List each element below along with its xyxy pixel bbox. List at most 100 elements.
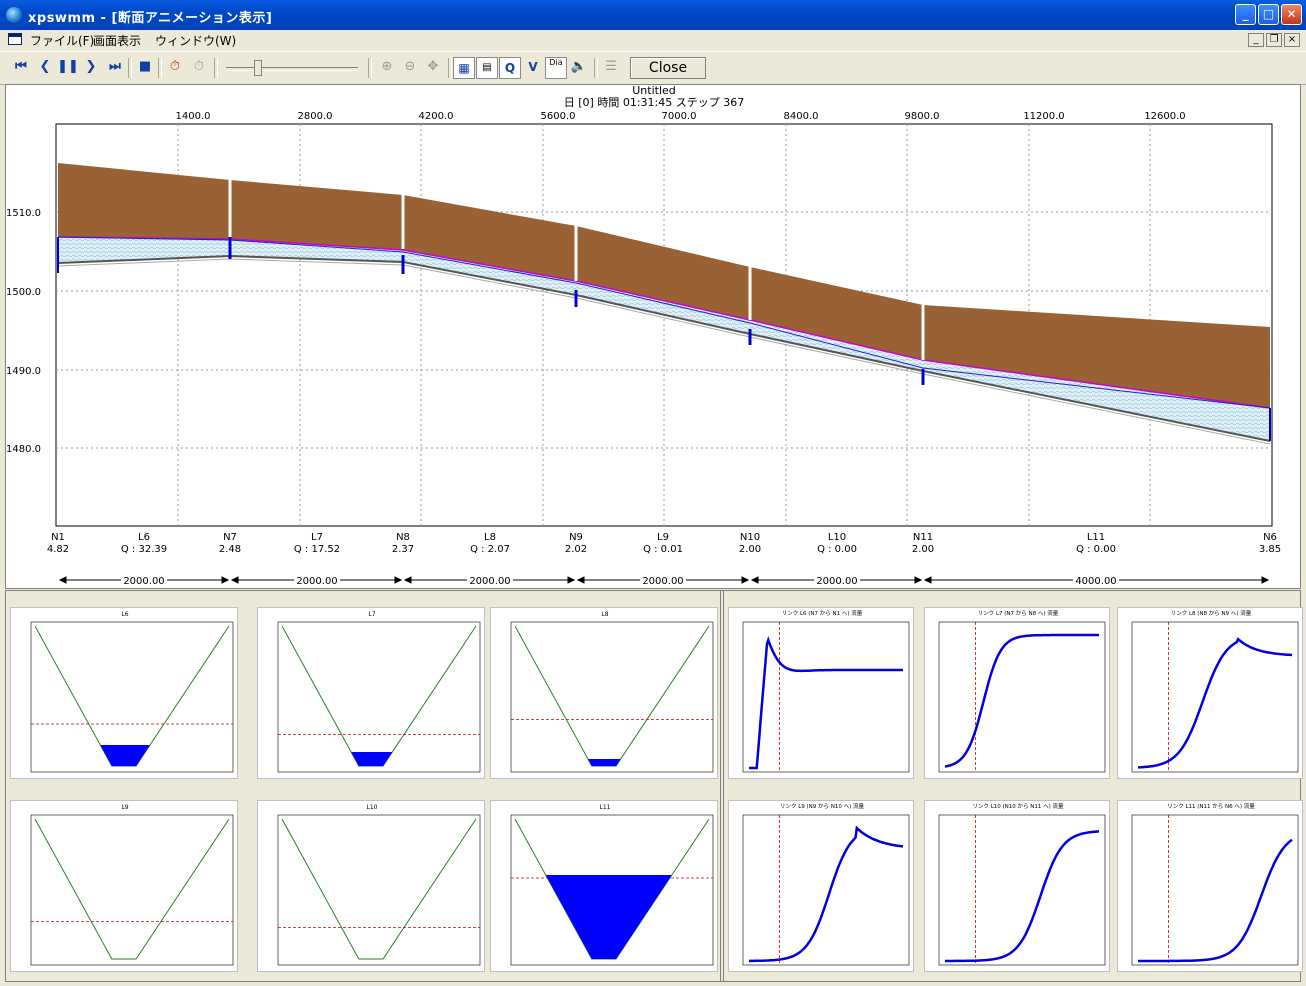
- timer-icon[interactable]: ⏱: [164, 57, 186, 79]
- flow-curve: [749, 825, 904, 963]
- cross-section-panel: L8: [490, 607, 718, 779]
- next-icon[interactable]: ❯: [80, 57, 102, 79]
- node-name: N8: [396, 532, 410, 543]
- cross-section-title: L6: [121, 611, 128, 618]
- globe-icon: [6, 7, 22, 23]
- flow-area: [100, 745, 150, 766]
- cross-section-panel: L10: [257, 800, 485, 972]
- x-tick: 11200.0: [1023, 111, 1064, 122]
- timer-reset-icon[interactable]: ⏱: [188, 57, 210, 79]
- hydrograph-title: リンク L6 (N7 から N1 へ) 流量: [782, 609, 863, 617]
- first-icon[interactable]: ⏮: [10, 57, 32, 79]
- hydrograph-title: リンク L9 (N9 から N10 へ) 流量: [780, 802, 865, 810]
- minimize-button[interactable]: _: [1235, 4, 1256, 25]
- hydrograph-panel: リンク L6 (N7 から N1 へ) 流量: [728, 607, 914, 779]
- cross-section-title: L8: [601, 611, 608, 618]
- mdi-restore-button[interactable]: ❐: [1266, 33, 1282, 47]
- slider-thumb[interactable]: [254, 60, 262, 76]
- link-name: L10: [828, 532, 846, 543]
- x-tick: 9800.0: [905, 111, 940, 122]
- node-value: 2.00: [739, 544, 761, 555]
- flow-curve: [945, 830, 1100, 963]
- hydrograph-title: リンク L7 (N7 から N8 へ) 流量: [978, 609, 1059, 617]
- menu-view[interactable]: 画面表示: [93, 32, 141, 49]
- x-tick: 8400.0: [784, 111, 819, 122]
- x-tick: 4200.0: [419, 111, 454, 122]
- cross-section-panel: L9: [10, 800, 238, 972]
- flow-curve: [1138, 838, 1293, 963]
- profile-chart: Untitled 日 [0] 時間 01:31:45 ステップ 367 1400…: [6, 84, 1281, 587]
- link-flow: Q : 0.01: [643, 544, 683, 555]
- node-name: N7: [223, 532, 237, 543]
- x-tick: 12600.0: [1144, 111, 1185, 122]
- v-icon[interactable]: V: [522, 57, 544, 79]
- y-tick: 1500.0: [6, 287, 41, 298]
- node-name: N9: [569, 532, 583, 543]
- profile-status: 日 [0] 時間 01:31:45 ステップ 367: [564, 96, 744, 109]
- q-icon[interactable]: Q: [499, 57, 521, 79]
- link-name: L6: [138, 532, 150, 543]
- mdi-close-button[interactable]: ×: [1284, 33, 1300, 47]
- profile-view: Untitled 日 [0] 時間 01:31:45 ステップ 367 1400…: [5, 84, 1301, 589]
- link-name: L8: [484, 532, 496, 543]
- length-label: 2000.00: [296, 576, 337, 587]
- y-tick: 1480.0: [6, 444, 41, 455]
- link-name: L9: [657, 532, 669, 543]
- maximize-button[interactable]: □: [1258, 4, 1279, 25]
- cross-section-title: L7: [368, 611, 375, 618]
- cross-section-panel: L6: [10, 607, 238, 779]
- flow-area: [587, 759, 621, 766]
- node-value: 4.82: [47, 544, 69, 555]
- grid-icon[interactable]: ▦: [453, 57, 475, 79]
- hydrograph-title: リンク L11 (N11 から N6 へ) 流量: [1167, 802, 1255, 810]
- pan-icon[interactable]: ✥: [422, 57, 444, 79]
- hydrograph-panel: リンク L11 (N11 から N6 へ) 流量: [1117, 800, 1303, 972]
- hydrograph-title: リンク L10 (N10 から N11 へ) 流量: [972, 802, 1064, 810]
- hydrograph-panel: リンク L10 (N10 から N11 へ) 流量: [924, 800, 1110, 972]
- x-axis-ticks: 1400.0 2800.0 4200.0 5600.0 7000.0 8400.…: [176, 111, 1186, 122]
- hatch-icon[interactable]: ▤: [476, 57, 498, 79]
- node-value: 2.37: [392, 544, 414, 555]
- channel-outline: [281, 818, 477, 960]
- menu-file[interactable]: ファイル(F): [30, 32, 94, 49]
- length-label: 2000.00: [816, 576, 857, 587]
- time-slider[interactable]: [222, 60, 362, 76]
- x-tick: 1400.0: [176, 111, 211, 122]
- document-icon[interactable]: [8, 33, 22, 45]
- mdi-minimize-button[interactable]: _: [1248, 33, 1264, 47]
- close-button[interactable]: Close: [630, 57, 706, 79]
- window-title: xpswmm - [断面アニメーション表示]: [28, 11, 273, 26]
- node-value: 2.00: [912, 544, 934, 555]
- menu-window[interactable]: ウィンドウ(W): [155, 32, 236, 49]
- zoom-in-icon[interactable]: ⊕: [376, 57, 398, 79]
- zoom-out-icon[interactable]: ⊖: [399, 57, 421, 79]
- y-tick: 1490.0: [6, 366, 41, 377]
- node-name: N1: [51, 532, 65, 543]
- close-window-button[interactable]: ✕: [1281, 4, 1302, 25]
- menu-bar: ファイル(F) 画面表示 ウィンドウ(W) _ ❐ ×: [0, 30, 1306, 50]
- channel-outline: [514, 625, 710, 767]
- flow-curve: [1138, 637, 1293, 769]
- cross-section-panel: L7: [257, 607, 485, 779]
- sound-icon[interactable]: 🔈: [568, 57, 590, 79]
- channel-outline: [34, 818, 230, 960]
- dia-icon[interactable]: Dia: [545, 57, 567, 79]
- cross-section-title: L10: [367, 804, 378, 811]
- last-icon[interactable]: ⏭: [104, 57, 126, 79]
- node-value: 2.48: [219, 544, 241, 555]
- link-name: L11: [1087, 532, 1105, 543]
- pause-icon[interactable]: ❚❚: [57, 57, 79, 79]
- link-flow: Q : 0.00: [1076, 544, 1116, 555]
- x-tick: 2800.0: [298, 111, 333, 122]
- prev-icon[interactable]: ❮: [34, 57, 56, 79]
- title-bar: xpswmm - [断面アニメーション表示] _ □ ✕: [0, 0, 1306, 30]
- length-label: 2000.00: [642, 576, 683, 587]
- stop-icon[interactable]: ■: [134, 57, 156, 79]
- toolbar: ⏮ ❮ ❚❚ ❯ ⏭ ■ ⏱ ⏱ ⊕ ⊖ ✥ ▦ ▤ Q V Dia 🔈 ☰ C…: [0, 51, 1306, 85]
- link-flow: Q : 2.07: [470, 544, 510, 555]
- list-icon[interactable]: ☰: [600, 57, 622, 79]
- hydrograph-panel: リンク L8 (N8 から N9 へ) 流量: [1117, 607, 1303, 779]
- length-label: 2000.00: [469, 576, 510, 587]
- hydrograph-panel: リンク L9 (N9 から N10 へ) 流量: [728, 800, 914, 972]
- hydrograph-title: リンク L8 (N8 から N9 へ) 流量: [1171, 609, 1252, 617]
